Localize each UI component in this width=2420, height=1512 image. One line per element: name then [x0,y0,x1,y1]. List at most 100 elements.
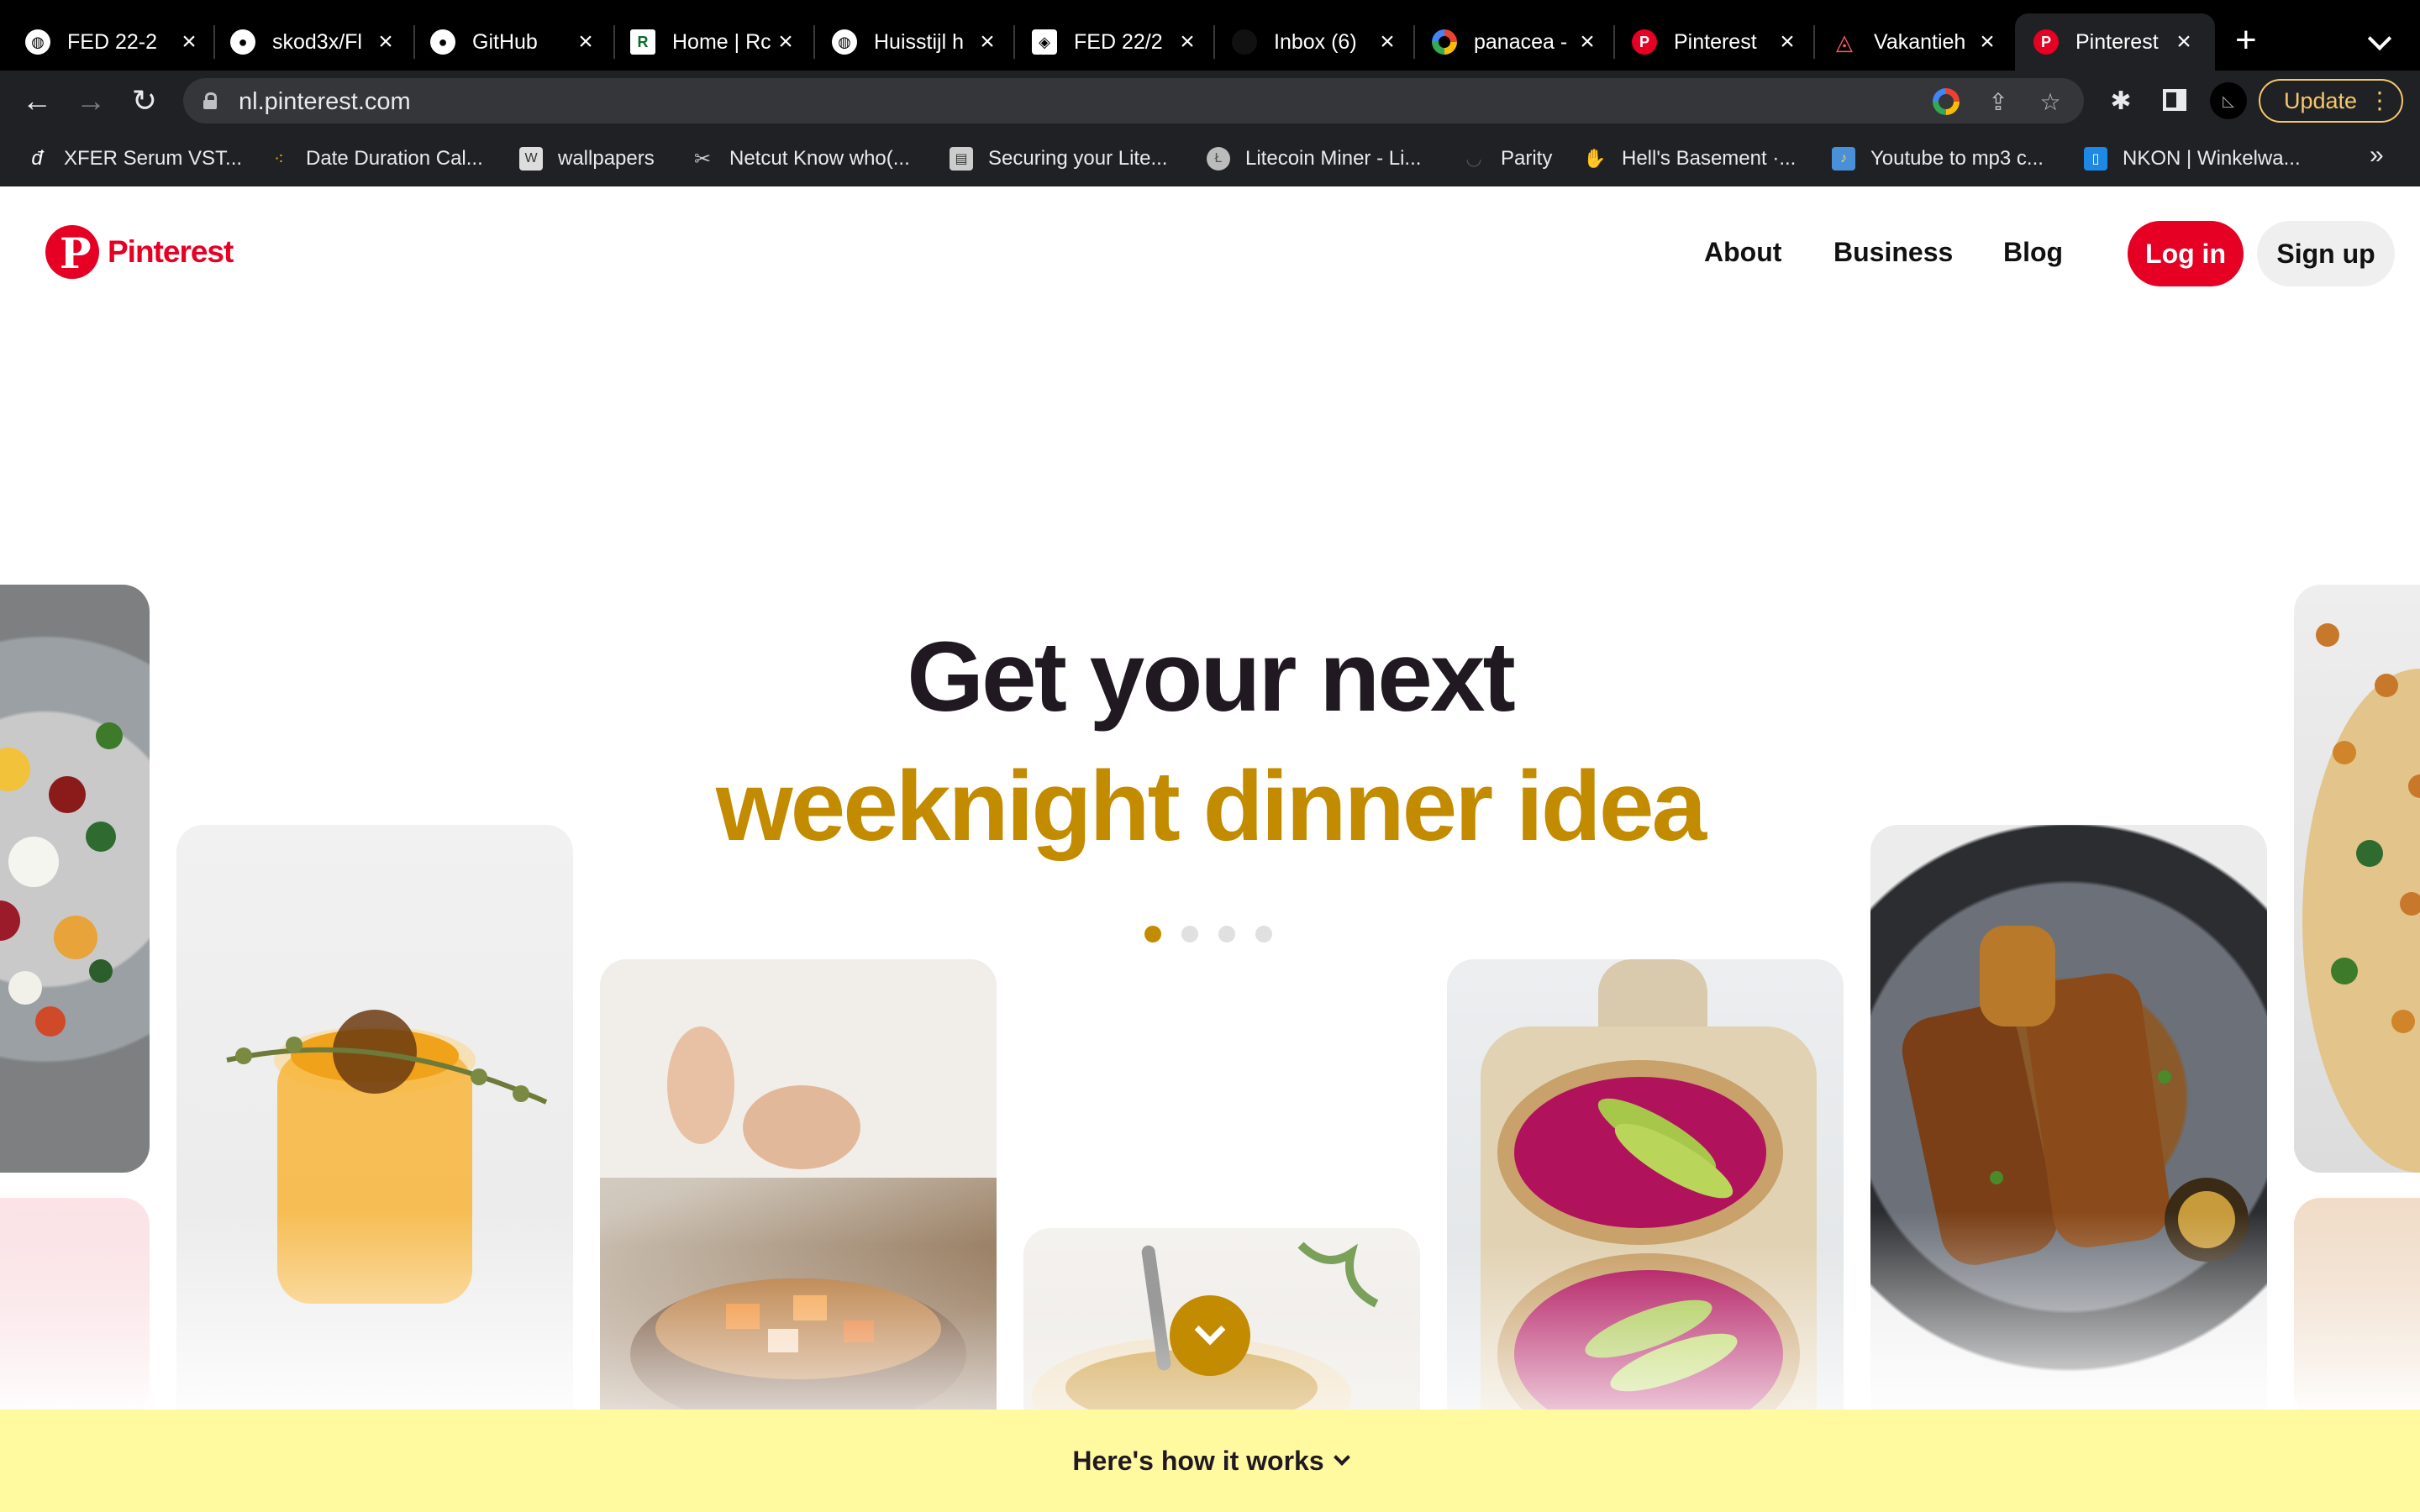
close-icon[interactable]: × [1975,29,2000,55]
tab[interactable]: ● GitHub × [430,13,598,71]
google-icon [1432,29,1457,55]
close-icon[interactable]: × [1575,29,1600,55]
tab[interactable]: panacea - × [1432,13,1600,71]
tab-label: Inbox (6) [1274,29,1357,54]
bookmark-label: wallpapers [558,147,655,170]
update-button[interactable]: Update ⋮ [2259,79,2403,123]
bookmark-item[interactable]: đ XFER Serum VST... [25,143,242,175]
close-icon[interactable]: × [773,29,798,55]
close-icon[interactable]: × [1375,29,1400,55]
extensions-puzzle-icon[interactable]: ✱ [2104,84,2138,118]
bookmark-label: Netcut Know who(... [729,147,910,170]
bookmark-label: Date Duration Cal... [306,147,483,170]
github-icon: ● [230,29,255,55]
tab[interactable]: R Home | Rc × [630,13,798,71]
google-lens-icon[interactable] [1933,88,1960,115]
side-panel-icon[interactable] [2163,89,2186,111]
address-bar[interactable]: nl.pinterest.com ⇪ ☆ [183,78,2084,123]
bookmark-item[interactable]: Ł Litecoin Miner - Li... [1207,143,1421,175]
reload-icon[interactable]: ↻ [123,79,166,123]
bookmark-item[interactable]: ♪ Youtube to mp3 c... [1832,143,2044,175]
tab-label: Pinterest [2075,29,2159,54]
airbnb-icon: ◬ [1836,29,1853,55]
nav-about[interactable]: About [1704,237,1781,268]
lock-icon[interactable] [203,92,217,109]
bookmark-item[interactable]: ◡ Parity [1462,143,1552,175]
globe-icon: ◍ [25,29,50,55]
carousel-dot[interactable] [1181,926,1198,942]
close-icon[interactable]: × [2171,29,2196,55]
chevron-down-icon [1333,1449,1350,1466]
youtube-mp3-icon: ♪ [1832,147,1855,171]
xfer-icon: đ [31,147,43,170]
grilled-chicken-image [1870,825,2267,1430]
tab[interactable]: Inbox (6) × [1232,13,1400,71]
bookmark-label: NKON | Winkelwa... [2123,147,2301,170]
bookmarks-overflow-icon[interactable]: » [2370,141,2384,170]
codepen-icon: ◈ [1032,29,1057,55]
pinterest-page: Pinterest About Business Blog Log in Sig… [0,186,2420,1512]
bookmark-label: Parity [1501,147,1553,170]
tab[interactable]: ◍ Huisstijl h × [832,13,1000,71]
close-icon[interactable]: × [1775,29,1800,55]
signup-button[interactable]: Sign up [2257,221,2395,286]
tab-separator [1613,25,1615,59]
pinterest-logo[interactable]: Pinterest [45,225,234,279]
close-icon[interactable]: × [176,29,202,55]
bookmark-item[interactable]: ⁖ Date Duration Cal... [267,143,483,175]
tab-search-chevron-icon[interactable] [2367,26,2392,51]
tab[interactable]: ◈ FED 22/2 × [1032,13,1200,71]
globe-icon: ◍ [832,29,857,55]
mail-icon [1232,29,1257,55]
login-button[interactable]: Log in [2128,221,2244,286]
browser-toolbar: ← → ↻ nl.pinterest.com ⇪ ☆ ✱ ◺ Update ⋮ [0,71,2420,131]
close-icon[interactable]: × [975,29,1000,55]
close-icon[interactable]: × [1175,29,1200,55]
pinterest-logo-icon [45,225,99,279]
kebab-menu-icon[interactable]: ⋮ [2368,87,2391,114]
cooking-hands-image [600,959,997,1463]
back-arrow-icon[interactable]: ← [15,79,59,123]
litecoin-icon: Ł [1207,147,1230,171]
tab-separator [813,25,815,59]
new-tab-icon[interactable]: + [2235,22,2257,59]
parity-icon: ◡ [1465,148,1482,169]
bookmark-item[interactable]: W wallpapers [519,143,655,175]
update-label: Update [2284,87,2358,113]
share-icon[interactable]: ⇪ [1985,88,2012,115]
nkon-icon: ▯ [2084,147,2107,171]
forward-arrow-icon[interactable]: → [69,79,113,123]
tab-label: Vakantieh [1874,29,1966,54]
nav-business[interactable]: Business [1833,237,1953,268]
carousel-dots [1144,926,1292,942]
nav-blog[interactable]: Blog [2003,237,2063,268]
tab[interactable]: ◍ FED 22-2 × [25,13,202,71]
tab[interactable]: P Pinterest × [1632,13,1800,71]
carousel-dot[interactable] [1218,926,1235,942]
bookmark-label: XFER Serum VST... [64,147,243,170]
carousel-dot[interactable] [1144,926,1161,942]
url-text[interactable]: nl.pinterest.com [239,88,411,116]
bookmark-item[interactable]: ▤ Securing your Lite... [950,143,1167,175]
doc-icon: ▤ [950,147,973,171]
how-it-works-label: Here's how it works [1072,1445,1324,1476]
tab[interactable]: ● skod3x/Fl × [230,13,398,71]
bookmark-star-icon[interactable]: ☆ [2037,88,2064,115]
pinterest-icon: P [2033,29,2059,55]
bookmark-item[interactable]: ✋ Hell's Basement ·... [1583,143,1796,175]
profile-avatar[interactable]: ◺ [2210,82,2247,119]
scroll-down-button[interactable] [1170,1295,1250,1376]
how-it-works-banner[interactable]: Here's how it works [0,1410,2420,1512]
bookmark-item[interactable]: ▯ NKON | Winkelwa... [2084,143,2301,175]
carousel-dot[interactable] [1255,926,1272,942]
bookmark-item[interactable]: ✂ Netcut Know who(... [691,143,910,175]
close-icon[interactable]: × [373,29,398,55]
scissors-icon: ✂ [693,147,712,171]
close-icon[interactable]: × [573,29,598,55]
tab-active[interactable]: P Pinterest × [2015,13,2215,71]
dessert-image [2294,1198,2420,1416]
hero-title: Get your next [907,622,1516,732]
tab[interactable]: ◬ Vakantieh × [1832,13,2000,71]
tab-label: Huisstijl h [874,29,964,54]
dots-icon: ⁖ [274,150,284,169]
